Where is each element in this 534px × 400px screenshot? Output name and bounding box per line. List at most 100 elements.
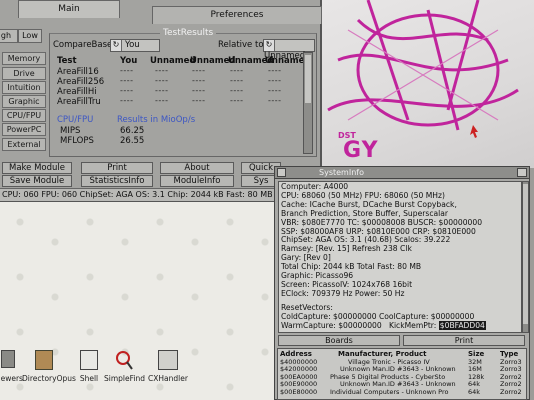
print-info-button[interactable]: Print (403, 335, 525, 346)
info-line-warmcapture: WarmCapture: $00000000 KickMemPtr: $0BFA… (281, 320, 519, 331)
sidebar-external[interactable]: External (2, 138, 46, 151)
close-icon[interactable] (277, 168, 286, 177)
status-bar: CPU: 060 FPU: 060 ChipSet: AGA OS: 3.1 C… (0, 188, 320, 201)
result-cell: ---- (192, 76, 206, 85)
cpu-fpu-heading: CPU/FPU (57, 115, 94, 125)
sidebar-intuition[interactable]: Intuition (2, 81, 46, 94)
compare-base-value: You (125, 40, 140, 50)
boards-button[interactable]: Boards (278, 335, 400, 346)
print-button[interactable]: Print (81, 162, 153, 174)
board-address: $00E80000 (280, 387, 318, 396)
result-cell: ---- (230, 66, 244, 75)
cycle-icon: ↻ (264, 40, 275, 51)
sidebar-cpu-fpu[interactable]: CPU/FPU (2, 109, 46, 122)
scrollbar-thumb[interactable] (305, 55, 311, 103)
desktop-icon-label: CXHandler (148, 374, 188, 383)
result-cell: ---- (120, 76, 134, 85)
result-cell: ---- (120, 96, 134, 105)
depth-gadget-icon[interactable] (517, 168, 527, 177)
computer-icon (158, 350, 178, 370)
result-cell: ---- (155, 86, 169, 95)
relative-to-label: Relative to (218, 40, 264, 50)
result-cell: ---- (268, 76, 282, 85)
window-title: SystemInfo (319, 168, 364, 177)
desktop-icon-simplefind[interactable]: SimpleFind (104, 350, 145, 383)
mouse-pointer-icon (470, 125, 478, 138)
sidebar-drive[interactable]: Drive (2, 67, 46, 80)
systeminfo-titlebar[interactable]: SystemInfo (275, 167, 529, 179)
warmcapture-text: WarmCapture: $00000000 (281, 320, 382, 330)
magnifier-icon (115, 350, 133, 370)
result-cell: ---- (268, 86, 282, 95)
mflops-value: 26.55 (120, 136, 145, 146)
result-cell: ---- (155, 96, 169, 105)
boards-table: Address Manufacturer, Product Size Type … (277, 348, 527, 400)
cycle-icon: ↻ (111, 40, 122, 51)
test-results-title: TestResults (160, 28, 217, 38)
result-cell: ---- (120, 86, 134, 95)
result-cell: ---- (192, 66, 206, 75)
scrollbar-thumb[interactable] (523, 184, 528, 324)
make-module-button[interactable]: Make Module (2, 162, 72, 174)
cabinet-icon (35, 350, 53, 370)
board-product: Individual Computers - Unknown Pro (330, 387, 449, 396)
test-name: AreaFillTru (57, 97, 101, 107)
col-header-you: You (120, 56, 138, 66)
board-type: Zorro2 (500, 387, 522, 396)
tab-high[interactable]: gh (0, 29, 18, 43)
result-cell: ---- (155, 76, 169, 85)
systeminfo-scrollbar[interactable] (522, 181, 529, 333)
desktop-icon-label: DirectoryOpus (22, 374, 76, 383)
mips-label: MIPS (60, 126, 81, 136)
mips-value: 66.25 (120, 126, 145, 136)
desktop-icon-label: Shell (79, 374, 99, 383)
result-cell: ---- (192, 96, 206, 105)
test-name: AreaFillHi (57, 87, 97, 97)
test-name: AreaFill16 (57, 67, 99, 77)
desktop-icon-cxhandler[interactable]: CXHandler (146, 350, 190, 383)
results-unit-label: Results in MioOp/s (117, 115, 196, 125)
drawer-icon (1, 350, 15, 368)
result-cell: ---- (230, 76, 244, 85)
desktop-icon-label: SimpleFind (104, 374, 145, 383)
moduleinfo-button[interactable]: ModuleInfo (160, 175, 234, 187)
sidebar-memory[interactable]: Memory (2, 52, 46, 65)
tab-preferences[interactable]: Preferences (152, 6, 322, 24)
table-row[interactable]: $00E80000 Individual Computers - Unknown… (278, 387, 526, 396)
save-module-button[interactable]: Save Module (2, 175, 72, 187)
tab-low[interactable]: Low (18, 29, 42, 43)
test-name: AreaFill256 (57, 77, 105, 87)
desktop-icon-shell[interactable]: Shell (76, 350, 102, 383)
sidebar-graphic[interactable]: Graphic (2, 95, 46, 108)
board-size: 64k (468, 387, 481, 396)
sidebar-powerpc[interactable]: PowerPC (2, 123, 46, 136)
statisticsinfo-button[interactable]: StatisticsInfo (81, 175, 153, 187)
print-label: Print (454, 336, 474, 345)
compare-base-label: CompareBase (53, 40, 113, 50)
wallpaper-logo-text: GY (343, 138, 379, 163)
desktop-icon-directoryopus[interactable]: DirectoryOpus (22, 350, 76, 383)
result-cell: ---- (155, 66, 169, 75)
col-header-test: Test (57, 56, 77, 66)
result-cell: ---- (230, 86, 244, 95)
result-cell: ---- (268, 96, 282, 105)
compare-base-dropdown[interactable]: ↻ You (110, 39, 160, 52)
desktop-wallpaper: DST GY (318, 0, 534, 168)
tab-main[interactable]: Main (18, 0, 120, 18)
info-line: EClock: 709379 Hz Power: 50 Hz (281, 288, 405, 298)
boards-label: Boards (325, 336, 353, 345)
mflops-label: MFLOPS (60, 136, 94, 146)
kickmem-value: $0BFADD04 (438, 320, 486, 330)
result-cell: ---- (120, 66, 134, 75)
results-scrollbar[interactable] (303, 52, 313, 154)
result-cell: ---- (268, 66, 282, 75)
result-cell: ---- (230, 96, 244, 105)
kickmem-label: KickMemPtr: (388, 320, 437, 330)
desktop-icon-label: aewers (0, 374, 23, 383)
systeminfo-window: SystemInfo Computer: A4000 CPU: 68060 (5… (274, 166, 530, 400)
about-button[interactable]: About (160, 162, 234, 174)
relative-to-dropdown[interactable]: ↻Unnamed (263, 39, 315, 61)
shell-icon (80, 350, 98, 370)
desktop-icon-viewers[interactable]: aewers (0, 350, 23, 383)
systeminfo-text-area: Computer: A4000 CPU: 68060 (50 MHz) FPU:… (278, 181, 522, 333)
